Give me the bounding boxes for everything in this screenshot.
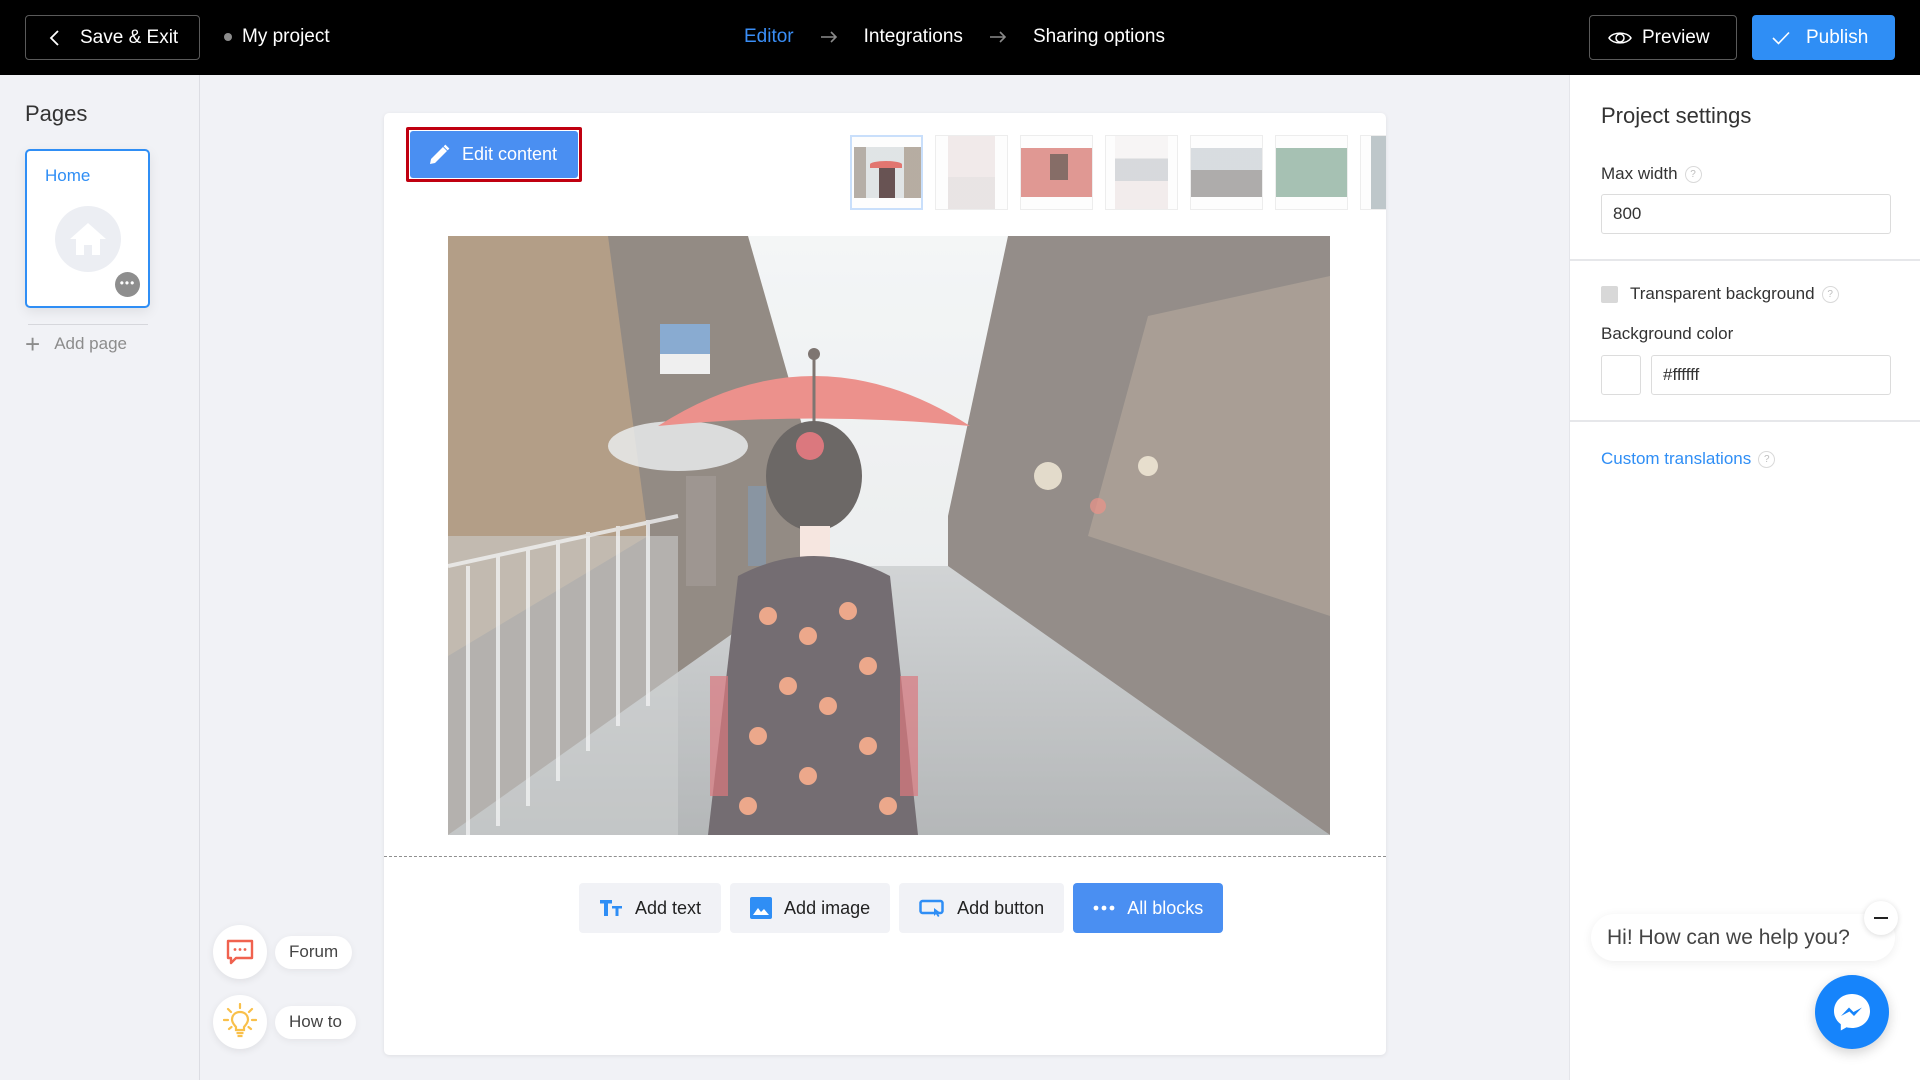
step-sharing-options[interactable]: Sharing options [1033, 26, 1165, 48]
thumbnail-red-lantern[interactable] [1020, 135, 1093, 210]
edit-content-button[interactable]: Edit content [410, 131, 578, 178]
publish-label: Publish [1806, 26, 1869, 48]
editor-canvas: Edit content Add text Add image Add butt… [384, 113, 1386, 1055]
thumbnail-street-partial[interactable] [1360, 135, 1386, 210]
image-icon [750, 897, 773, 919]
save-exit-label: Save & Exit [80, 26, 179, 48]
more-dots-icon [1093, 905, 1115, 911]
button-icon [919, 899, 944, 917]
thumbnail-cherry-blossom[interactable] [935, 135, 1008, 210]
background-color-label: Background color [1601, 324, 1733, 344]
all-blocks-button[interactable]: All blocks [1073, 883, 1224, 933]
help-icon[interactable]: ? [1684, 165, 1702, 183]
forum-link[interactable]: Forum [213, 925, 353, 979]
max-width-label: Max width ? [1601, 164, 1702, 184]
page-options-button[interactable]: ••• [115, 272, 140, 297]
background-color-swatch[interactable] [1601, 355, 1641, 395]
thumbnail-koi-pond[interactable] [1275, 135, 1348, 210]
page-card-label: Home [45, 166, 91, 185]
edit-content-label: Edit content [462, 144, 558, 164]
block-separator [384, 856, 1386, 857]
plus-icon: + [25, 329, 41, 359]
max-width-input[interactable]: 800 [1601, 194, 1891, 234]
add-block-toolbar: Add text Add image Add button All blocks [579, 883, 1232, 933]
thumbnail-castle-blossoms[interactable] [1105, 135, 1178, 210]
background-color-label-text: Background color [1601, 324, 1734, 343]
preview-button[interactable]: Preview [1589, 15, 1737, 60]
all-blocks-label: All blocks [1127, 897, 1204, 918]
edit-content-highlight: Edit content [406, 127, 582, 182]
thumbnail-pagoda-sunset[interactable] [1190, 135, 1263, 210]
messenger-icon [1834, 994, 1870, 1031]
divider [1570, 420, 1920, 422]
step-integrations[interactable]: Integrations [864, 26, 963, 48]
save-exit-button[interactable]: Save & Exit [25, 15, 200, 60]
lightbulb-icon [213, 995, 267, 1049]
settings-title: Project settings [1601, 103, 1752, 128]
image-thumbnails [850, 135, 1386, 210]
arrow-right-icon [989, 31, 1007, 43]
custom-translations-link[interactable]: Custom translations [1601, 449, 1751, 469]
transparent-background-checkbox[interactable] [1601, 285, 1618, 303]
add-page-label: Add page [54, 334, 127, 353]
help-icon[interactable]: ? [1821, 285, 1839, 303]
add-text-label: Add text [635, 897, 702, 918]
eye-icon [1608, 31, 1632, 44]
transparent-background-label: Transparent background [1630, 284, 1815, 303]
background-color-input[interactable]: #ffffff [1651, 355, 1891, 395]
step-editor[interactable]: Editor [744, 26, 794, 48]
minus-icon [1874, 917, 1888, 919]
howto-link[interactable]: How to [213, 995, 356, 1049]
custom-translations-row: Custom translations ? [1601, 449, 1776, 469]
chat-greeting-text: Hi! How can we help you? [1607, 925, 1850, 949]
chevron-left-icon [49, 29, 59, 46]
unsaved-dot-icon [224, 33, 232, 41]
text-icon [600, 900, 622, 916]
main-image[interactable] [448, 236, 1330, 835]
thumbnail-geisha-umbrella[interactable] [850, 135, 923, 210]
chat-greeting-bubble[interactable]: Hi! How can we help you? [1591, 914, 1895, 961]
add-image-label: Add image [784, 897, 871, 918]
page-card-home[interactable]: Home ••• [25, 149, 150, 308]
add-text-button[interactable]: Add text [579, 883, 722, 933]
forum-label: Forum [275, 935, 353, 969]
add-page-button[interactable]: + Add page [25, 331, 127, 357]
project-name[interactable]: My project [224, 26, 330, 48]
add-button-label: Add button [957, 897, 1045, 918]
home-icon [55, 206, 121, 272]
image-dim-overlay [448, 236, 1330, 835]
pencil-icon [430, 144, 450, 164]
transparent-background-row: Transparent background ? [1601, 284, 1839, 304]
pages-sidebar: Pages Home ••• + Add page [0, 75, 200, 1080]
check-icon [1772, 31, 1790, 45]
add-button-button[interactable]: Add button [899, 883, 1065, 933]
pages-title: Pages [25, 101, 88, 126]
divider [1570, 259, 1920, 261]
forum-icon [213, 925, 267, 979]
arrow-right-icon [820, 31, 837, 43]
add-image-button[interactable]: Add image [730, 883, 891, 933]
messenger-chat-button[interactable] [1815, 975, 1889, 1049]
howto-label: How to [275, 1005, 356, 1039]
publish-button[interactable]: Publish [1752, 15, 1895, 60]
project-name-label: My project [242, 26, 330, 47]
max-width-label-text: Max width [1601, 164, 1678, 183]
wizard-steps: Editor Integrations Sharing options [744, 26, 1165, 48]
top-bar: Save & Exit My project Editor Integratio… [0, 0, 1920, 75]
preview-label: Preview [1642, 26, 1710, 48]
divider [28, 324, 148, 325]
help-icon[interactable]: ? [1758, 450, 1776, 468]
chat-minimize-button[interactable] [1864, 901, 1898, 935]
